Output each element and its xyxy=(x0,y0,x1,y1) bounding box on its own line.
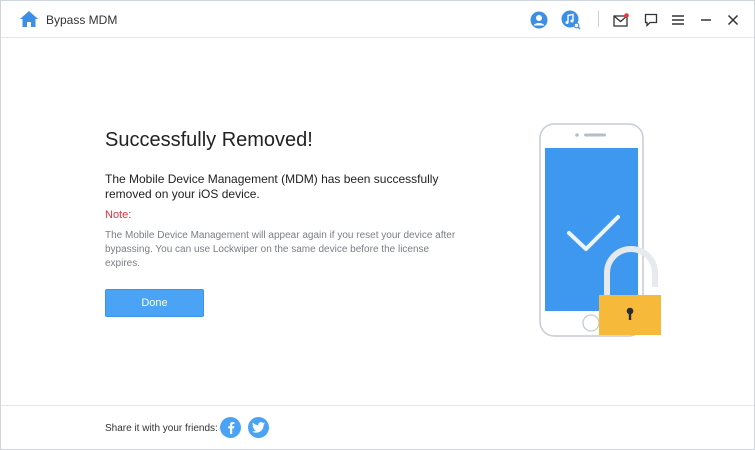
facebook-icon[interactable] xyxy=(220,417,241,438)
page-title: Successfully Removed! xyxy=(105,129,313,151)
feedback-icon[interactable] xyxy=(641,10,661,30)
home-icon[interactable] xyxy=(19,10,39,28)
footer: Share it with your friends: xyxy=(1,405,754,449)
done-button[interactable]: Done xyxy=(105,289,204,317)
main-content: Successfully Removed! The Mobile Device … xyxy=(1,39,754,405)
music-search-icon[interactable] xyxy=(561,10,581,30)
app-window: Bypass MDM Successfully Removed! The Mob… xyxy=(0,0,755,450)
titlebar-divider xyxy=(598,11,599,27)
note-text: The Mobile Device Management will appear… xyxy=(105,230,456,269)
minimize-icon[interactable] xyxy=(696,10,716,30)
note-label: Note: xyxy=(105,209,132,221)
close-icon[interactable] xyxy=(723,10,743,30)
menu-icon[interactable] xyxy=(668,10,688,30)
success-description: The Mobile Device Management (MDM) has b… xyxy=(105,172,439,201)
title-bar: Bypass MDM xyxy=(1,1,754,38)
share-label: Share it with your friends: xyxy=(105,423,218,434)
app-title: Bypass MDM xyxy=(46,13,118,27)
mail-icon[interactable] xyxy=(611,10,631,30)
account-icon[interactable] xyxy=(529,10,549,30)
twitter-icon[interactable] xyxy=(248,417,269,438)
unlocked-phone-illustration xyxy=(531,121,671,341)
